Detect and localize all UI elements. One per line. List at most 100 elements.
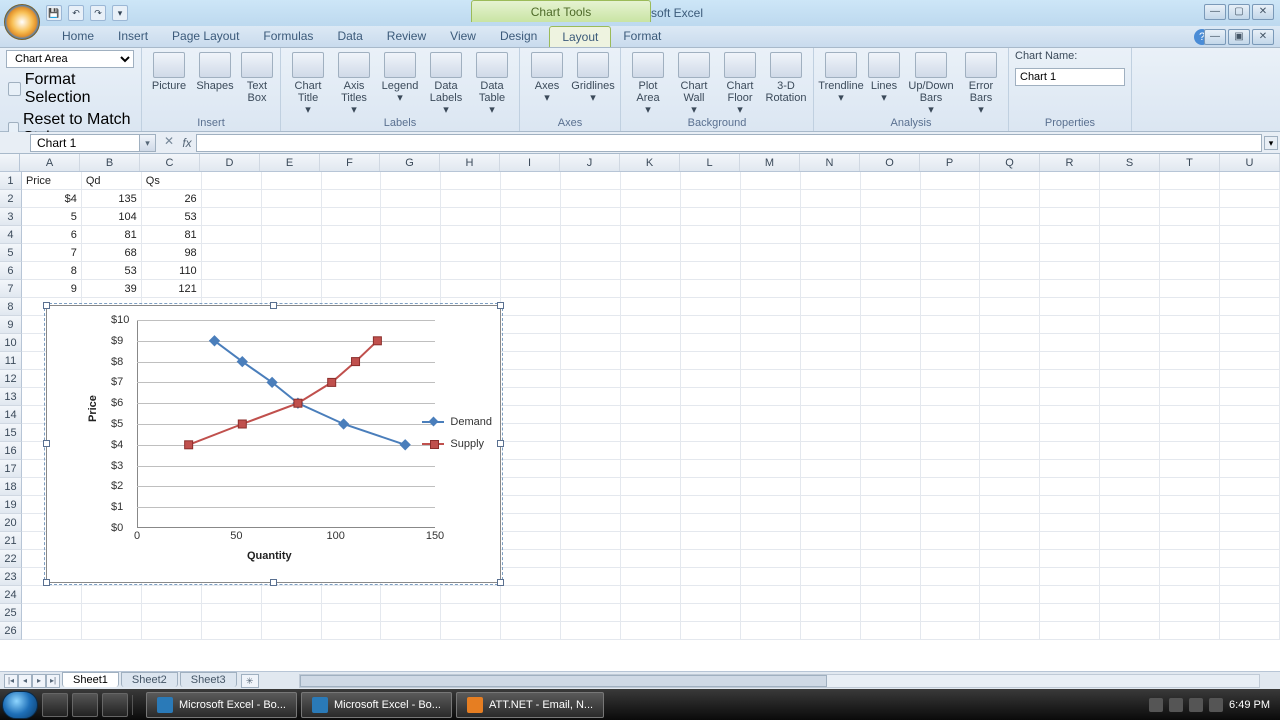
chart-name-input[interactable] xyxy=(1015,68,1125,86)
cell[interactable] xyxy=(621,370,681,388)
cell[interactable] xyxy=(921,244,981,262)
tray-volume-icon[interactable] xyxy=(1209,698,1223,712)
fx-cancel-icon[interactable]: ✕ xyxy=(160,134,178,152)
cell[interactable] xyxy=(801,406,861,424)
cell[interactable] xyxy=(1220,442,1280,460)
chart-legend[interactable]: Demand Supply xyxy=(422,416,492,460)
cell[interactable] xyxy=(142,622,202,640)
cell[interactable] xyxy=(621,424,681,442)
cell[interactable] xyxy=(1160,208,1220,226)
cell[interactable] xyxy=(501,568,561,586)
cell[interactable] xyxy=(801,478,861,496)
cell[interactable] xyxy=(202,622,262,640)
cell[interactable] xyxy=(801,280,861,298)
cell[interactable] xyxy=(561,226,621,244)
cell[interactable] xyxy=(1160,280,1220,298)
cell[interactable] xyxy=(441,622,501,640)
cell[interactable] xyxy=(1220,568,1280,586)
cell[interactable] xyxy=(801,460,861,478)
row-header[interactable]: 1 xyxy=(0,172,22,190)
cell[interactable] xyxy=(980,298,1040,316)
cell[interactable]: 110 xyxy=(142,262,202,280)
cell[interactable] xyxy=(1040,532,1100,550)
cell[interactable] xyxy=(501,442,561,460)
cell[interactable] xyxy=(980,406,1040,424)
cell[interactable] xyxy=(1220,316,1280,334)
cell[interactable] xyxy=(741,550,801,568)
tab-home[interactable]: Home xyxy=(50,26,106,47)
new-sheet-button[interactable]: ✳ xyxy=(241,674,259,688)
cell[interactable] xyxy=(921,604,981,622)
tab-view[interactable]: View xyxy=(438,26,488,47)
cell[interactable] xyxy=(561,604,621,622)
column-header[interactable]: O xyxy=(860,154,920,171)
cell[interactable] xyxy=(1160,514,1220,532)
cell[interactable] xyxy=(861,604,921,622)
cell[interactable] xyxy=(681,496,741,514)
shapes-button[interactable]: Shapes xyxy=(194,50,236,92)
cell[interactable] xyxy=(561,244,621,262)
cell[interactable] xyxy=(621,298,681,316)
cell[interactable] xyxy=(322,208,382,226)
chart-floor-button[interactable]: Chart Floor▾ xyxy=(719,50,761,116)
name-box[interactable]: Chart 1 xyxy=(30,134,140,152)
cell[interactable] xyxy=(501,262,561,280)
tray-show-hidden-icon[interactable] xyxy=(1149,698,1163,712)
cell[interactable] xyxy=(980,352,1040,370)
cell[interactable] xyxy=(1040,424,1100,442)
cell[interactable] xyxy=(741,280,801,298)
cell[interactable] xyxy=(621,496,681,514)
column-header[interactable]: K xyxy=(620,154,680,171)
cell[interactable] xyxy=(861,262,921,280)
cell[interactable] xyxy=(1220,388,1280,406)
pinned-media-icon[interactable] xyxy=(72,693,98,717)
office-button[interactable] xyxy=(4,4,40,40)
tab-page-layout[interactable]: Page Layout xyxy=(160,26,251,47)
cell[interactable] xyxy=(1100,298,1160,316)
cell[interactable] xyxy=(322,586,382,604)
cell[interactable] xyxy=(801,514,861,532)
cell[interactable] xyxy=(322,244,382,262)
cell[interactable] xyxy=(1220,334,1280,352)
pinned-explorer-icon[interactable] xyxy=(42,693,68,717)
cell[interactable] xyxy=(1040,460,1100,478)
cell[interactable] xyxy=(501,334,561,352)
cell[interactable] xyxy=(741,514,801,532)
cell[interactable] xyxy=(1220,244,1280,262)
cell[interactable] xyxy=(1100,316,1160,334)
tab-format[interactable]: Format xyxy=(611,26,673,47)
cell[interactable] xyxy=(322,622,382,640)
cell[interactable] xyxy=(561,550,621,568)
cell[interactable] xyxy=(501,280,561,298)
cell[interactable] xyxy=(681,550,741,568)
cell[interactable] xyxy=(202,280,262,298)
cell[interactable] xyxy=(1100,532,1160,550)
column-header[interactable]: L xyxy=(680,154,740,171)
cell[interactable] xyxy=(741,604,801,622)
column-header[interactable]: P xyxy=(920,154,980,171)
cell[interactable] xyxy=(1040,568,1100,586)
cell[interactable]: 121 xyxy=(142,280,202,298)
cell[interactable] xyxy=(801,604,861,622)
cell[interactable] xyxy=(1040,226,1100,244)
workbook-restore-button[interactable]: ▣ xyxy=(1228,29,1250,45)
cell[interactable] xyxy=(561,532,621,550)
cell[interactable] xyxy=(501,424,561,442)
cell[interactable] xyxy=(861,442,921,460)
tray-clock[interactable]: 6:49 PM xyxy=(1229,699,1270,711)
row-header[interactable]: 26 xyxy=(0,622,22,640)
cell[interactable] xyxy=(262,244,322,262)
cell[interactable] xyxy=(621,478,681,496)
cell[interactable] xyxy=(741,532,801,550)
cell[interactable] xyxy=(1100,514,1160,532)
cell[interactable] xyxy=(1160,226,1220,244)
cell[interactable] xyxy=(322,172,382,190)
cell[interactable] xyxy=(1100,496,1160,514)
cell[interactable] xyxy=(22,604,82,622)
cell[interactable] xyxy=(1040,244,1100,262)
cell[interactable] xyxy=(1100,226,1160,244)
chart-title-button[interactable]: Chart Title▾ xyxy=(287,50,329,116)
cell[interactable] xyxy=(1040,262,1100,280)
row-header[interactable]: 24 xyxy=(0,586,22,604)
column-header[interactable]: J xyxy=(560,154,620,171)
